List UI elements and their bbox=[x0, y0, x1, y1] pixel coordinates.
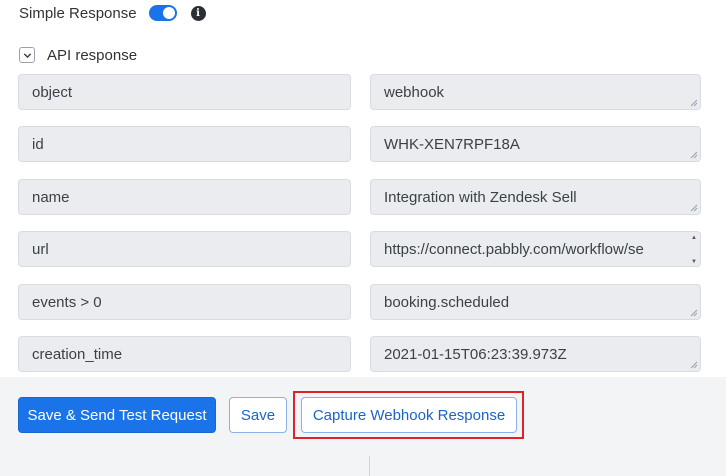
save-button[interactable]: Save bbox=[229, 397, 287, 433]
field-key-object[interactable]: object bbox=[18, 74, 351, 110]
chevron-down-icon[interactable] bbox=[19, 47, 35, 63]
field-key-text: creation_time bbox=[32, 345, 123, 363]
field-value-text: WHK-XEN7RPF18A bbox=[384, 135, 520, 153]
api-response-label: API response bbox=[47, 46, 138, 64]
simple-response-label: Simple Response bbox=[19, 4, 137, 22]
field-value-text: booking.scheduled bbox=[384, 293, 510, 311]
field-value-name[interactable]: Integration with Zendesk Sell bbox=[370, 179, 701, 215]
scroll-up-icon[interactable]: ▲ bbox=[691, 234, 697, 242]
api-response-header[interactable]: API response bbox=[19, 45, 137, 65]
resize-grip-icon[interactable] bbox=[690, 151, 698, 159]
field-key-text: name bbox=[32, 188, 70, 206]
info-icon[interactable]: i bbox=[190, 5, 206, 21]
field-value-text: Integration with Zendesk Sell bbox=[384, 188, 577, 206]
field-key-events[interactable]: events > 0 bbox=[18, 284, 351, 320]
field-value-text: https://connect.pabbly.com/workflow/se bbox=[384, 240, 644, 258]
field-key-text: url bbox=[32, 240, 49, 258]
field-value-id[interactable]: WHK-XEN7RPF18A bbox=[370, 126, 701, 162]
field-value-url[interactable]: https://connect.pabbly.com/workflow/se ▲… bbox=[370, 231, 701, 267]
resize-grip-icon[interactable] bbox=[690, 361, 698, 369]
highlight-annotation bbox=[293, 391, 524, 439]
resize-grip-icon[interactable] bbox=[690, 204, 698, 212]
simple-response-toggle[interactable] bbox=[148, 5, 177, 21]
field-value-creation-time[interactable]: 2021-01-15T06:23:39.973Z bbox=[370, 336, 701, 372]
field-key-url[interactable]: url bbox=[18, 231, 351, 267]
resize-grip-icon[interactable] bbox=[690, 99, 698, 107]
field-key-text: object bbox=[32, 83, 73, 101]
field-value-events[interactable]: booking.scheduled bbox=[370, 284, 701, 320]
footer-divider bbox=[369, 456, 370, 476]
field-key-text: events > 0 bbox=[32, 293, 102, 311]
scroll-down-icon[interactable]: ▼ bbox=[691, 258, 697, 266]
field-value-text: 2021-01-15T06:23:39.973Z bbox=[384, 345, 567, 363]
field-value-object[interactable]: webhook bbox=[370, 74, 701, 110]
field-value-text: webhook bbox=[384, 83, 445, 101]
resize-grip-icon[interactable] bbox=[690, 309, 698, 317]
field-key-creation-time[interactable]: creation_time bbox=[18, 336, 351, 372]
simple-response-row: Simple Response i bbox=[19, 2, 206, 24]
field-key-text: id bbox=[32, 135, 44, 153]
textarea-scrollbar[interactable]: ▲ ▼ bbox=[689, 234, 699, 266]
field-key-id[interactable]: id bbox=[18, 126, 351, 162]
save-send-test-request-button[interactable]: Save & Send Test Request bbox=[18, 397, 216, 433]
field-key-name[interactable]: name bbox=[18, 179, 351, 215]
toggle-knob bbox=[162, 7, 175, 19]
